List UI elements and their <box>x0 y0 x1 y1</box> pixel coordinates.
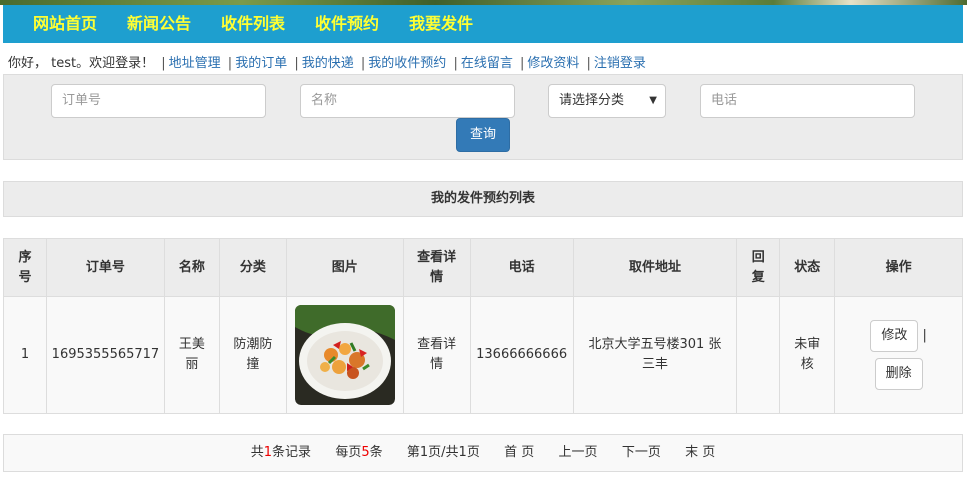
cell-detail-link[interactable]: 查看详情 <box>402 296 471 414</box>
name-input[interactable]: 名称 <box>300 84 515 118</box>
header-order-no: 订单号 <box>45 238 165 297</box>
link-my-express[interactable]: 我的快递 <box>302 56 354 71</box>
user-bar: 你好， test。欢迎登录！ | 地址管理 | 我的订单 | 我的快递 | 我的收件预约… <box>8 56 646 71</box>
total-count: 1 <box>263 445 273 460</box>
page-info: 第1页/共1页 <box>406 445 480 460</box>
nav-receive-booking[interactable]: 收件预约 <box>315 5 379 43</box>
order-number-input[interactable]: 订单号 <box>51 84 266 118</box>
link-message[interactable]: 在线留言 <box>461 56 513 71</box>
chevron-down-icon: ▼ <box>649 95 657 106</box>
cell-address: 北京大学五号楼301 张三丰 <box>572 296 738 414</box>
delete-button[interactable]: 删除 <box>874 358 923 390</box>
header-address: 取件地址 <box>572 238 738 297</box>
link-my-receive-booking[interactable]: 我的收件预约 <box>368 56 446 71</box>
action-separator: | <box>922 328 927 343</box>
nav-news[interactable]: 新闻公告 <box>127 5 191 43</box>
total-prefix: 共 <box>250 445 264 460</box>
cell-phone: 13666666666 <box>469 296 574 414</box>
header-image: 图片 <box>285 238 404 297</box>
cell-reply <box>736 296 781 414</box>
per-page-prefix: 每页 <box>335 445 362 460</box>
booking-table: 序号 订单号 名称 分类 图片 查看详情 电话 取件地址 回复 状态 操作 1 … <box>3 238 963 414</box>
cell-index: 1 <box>3 296 47 414</box>
next-page-link[interactable]: 下一页 <box>622 445 661 460</box>
link-logout[interactable]: 注销登录 <box>594 56 646 71</box>
table-row: 1 1695355565717 王美丽 防潮防撞 查看详情 1366666666… <box>3 296 963 414</box>
header-index: 序号 <box>3 238 47 297</box>
product-image <box>294 305 395 405</box>
header-phone: 电话 <box>469 238 574 297</box>
total-suffix: 条记录 <box>272 445 312 460</box>
pagination: 共1条记录 每页5条 第1页/共1页 首 页 上一页 下一页 末 页 <box>3 434 963 472</box>
nav-receive-list[interactable]: 收件列表 <box>221 5 285 43</box>
cell-order-no: 1695355565717 <box>45 296 165 414</box>
header-reply: 回复 <box>736 238 781 297</box>
category-select[interactable]: 请选择分类 ▼ <box>548 84 666 118</box>
link-edit-profile[interactable]: 修改资料 <box>527 56 579 71</box>
main-nav: 网站首页 新闻公告 收件列表 收件预约 我要发件 <box>3 5 963 43</box>
list-title: 我的发件预约列表 <box>3 181 963 217</box>
category-select-value: 请选择分类 <box>559 93 625 108</box>
cell-actions: 修改 | 删除 <box>834 296 963 414</box>
cell-status: 未审核 <box>779 296 836 414</box>
search-panel: 订单号 名称 请选择分类 ▼ 电话 查询 <box>3 74 963 160</box>
edit-button[interactable]: 修改 <box>870 320 919 352</box>
per-page-count: 5 <box>361 445 370 460</box>
header-category: 分类 <box>218 238 287 297</box>
table-header-row: 序号 订单号 名称 分类 图片 查看详情 电话 取件地址 回复 状态 操作 <box>3 238 963 297</box>
per-page-suffix: 条 <box>369 445 383 460</box>
cell-name: 王美丽 <box>163 296 220 414</box>
nav-send[interactable]: 我要发件 <box>409 5 473 43</box>
nav-home[interactable]: 网站首页 <box>33 5 97 43</box>
phone-input[interactable]: 电话 <box>700 84 915 118</box>
prev-page-link[interactable]: 上一页 <box>559 445 598 460</box>
header-detail: 查看详情 <box>402 238 471 297</box>
header-name: 名称 <box>163 238 220 297</box>
query-button[interactable]: 查询 <box>456 118 510 152</box>
cell-image <box>285 296 404 414</box>
header-actions: 操作 <box>834 238 963 297</box>
link-my-orders[interactable]: 我的订单 <box>235 56 287 71</box>
first-page-link[interactable]: 首 页 <box>504 445 534 460</box>
welcome-text: 你好， test。欢迎登录！ <box>8 56 155 71</box>
cell-category: 防潮防撞 <box>218 296 287 414</box>
header-status: 状态 <box>779 238 836 297</box>
link-address[interactable]: 地址管理 <box>169 56 221 71</box>
last-page-link[interactable]: 末 页 <box>685 445 715 460</box>
